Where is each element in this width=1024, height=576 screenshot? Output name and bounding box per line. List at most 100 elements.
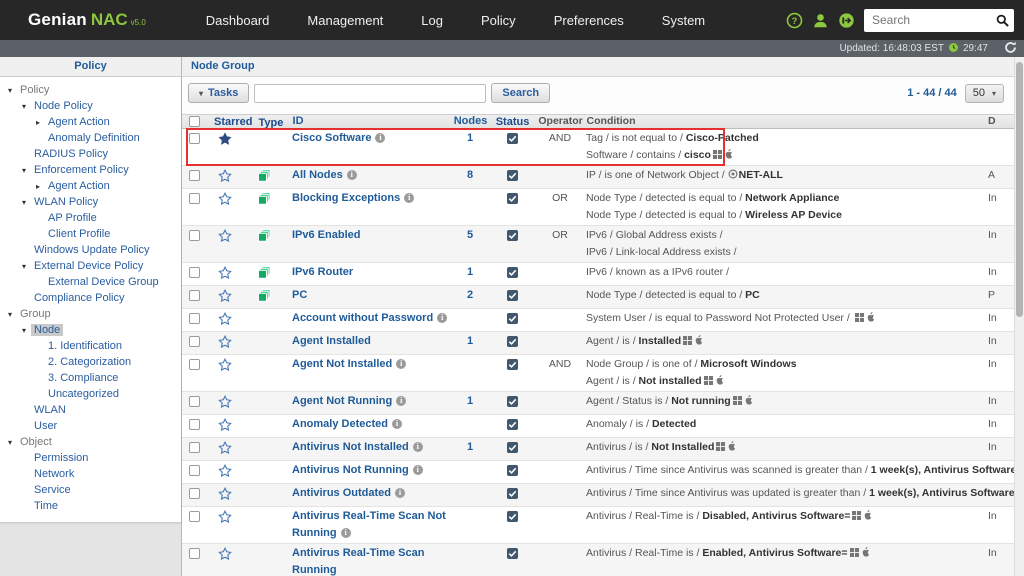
node-count[interactable]: 1 [450,439,490,459]
node-count[interactable]: 1 [450,333,490,353]
node-count[interactable]: 2 [450,287,490,307]
row-select-checkbox[interactable] [188,133,200,144]
user-icon[interactable] [812,12,829,29]
node-group-link[interactable]: IPv6 Router [292,266,353,278]
star-outline-icon[interactable] [218,191,232,206]
status-checked-checkbox[interactable] [506,442,518,453]
sidebar-item-policy[interactable]: ▾ Policy [0,82,181,98]
node-count[interactable]: 1 [450,393,490,413]
tree-collapsed-icon[interactable]: ▸ [36,118,45,127]
menu-item-dashboard[interactable]: Dashboard [206,13,270,28]
status-checked-checkbox[interactable] [506,419,518,430]
star-outline-icon[interactable] [218,334,232,349]
sidebar-item-radius-policy[interactable]: RADIUS Policy [0,146,181,162]
column-header-description[interactable]: D [988,114,1014,129]
star-outline-icon[interactable] [218,417,232,432]
status-checked-checkbox[interactable] [506,267,518,278]
row-select-checkbox[interactable] [188,488,200,499]
row-select-checkbox[interactable] [188,511,200,522]
node-count[interactable]: 5 [450,227,490,261]
sidebar-item-external-device-group[interactable]: External Device Group [0,274,181,290]
info-icon[interactable]: i [437,313,448,323]
row-select-checkbox[interactable] [188,313,200,324]
column-header-starred[interactable]: Starred [206,116,253,128]
sidebar-item-network[interactable]: Network [0,466,181,482]
star-outline-icon[interactable] [218,265,232,280]
star-outline-icon[interactable] [218,394,232,409]
menu-item-log[interactable]: Log [421,13,443,28]
sidebar-item-compliance-policy[interactable]: Compliance Policy [0,290,181,306]
status-checked-checkbox[interactable] [506,488,518,499]
node-count[interactable]: 1 [450,130,490,164]
info-icon[interactable]: i [412,442,423,452]
status-checked-checkbox[interactable] [506,336,518,347]
info-icon[interactable]: i [340,528,351,538]
info-icon[interactable]: i [396,359,407,369]
sidebar-item-anomaly-definition[interactable]: Anomaly Definition [0,130,181,146]
row-select-checkbox[interactable] [188,336,200,347]
info-icon[interactable]: i [391,419,402,429]
row-select-checkbox[interactable] [188,548,200,559]
star-outline-icon[interactable] [218,228,232,243]
star-filled-icon[interactable] [218,132,232,145]
node-group-link[interactable]: PC [292,289,307,301]
info-icon[interactable]: i [412,465,423,475]
node-group-link[interactable]: Anomaly Detected [292,418,388,430]
select-all-checkbox[interactable] [188,116,200,127]
status-checked-checkbox[interactable] [506,359,518,370]
node-group-link[interactable]: Antivirus Not Installed [292,441,409,453]
logout-icon[interactable] [838,12,855,29]
sidebar-item-node-policy[interactable]: ▾ Node Policy [0,98,181,114]
sidebar-item-3-compliance[interactable]: 3. Compliance [0,370,181,386]
row-select-checkbox[interactable] [188,442,200,453]
status-checked-checkbox[interactable] [506,313,518,324]
node-group-link[interactable]: IPv6 Enabled [292,229,360,241]
row-select-checkbox[interactable] [188,170,200,181]
sidebar-item-uncategorized[interactable]: Uncategorized [0,386,181,402]
star-outline-icon[interactable] [218,440,232,455]
status-checked-checkbox[interactable] [506,170,518,181]
row-select-checkbox[interactable] [188,267,200,278]
column-header-type[interactable]: Type [253,115,293,129]
table-search-input[interactable] [254,83,487,103]
node-group-link[interactable]: Cisco Software [292,132,371,144]
node-group-link[interactable]: Agent Not Running [292,395,392,407]
star-outline-icon[interactable] [218,168,232,183]
menu-item-preferences[interactable]: Preferences [554,13,624,28]
vertical-scrollbar[interactable] [1014,57,1024,576]
status-checked-checkbox[interactable] [506,465,518,476]
tree-collapsed-icon[interactable]: ▸ [36,182,45,191]
tree-expand-icon[interactable]: ▾ [22,262,31,271]
tree-expand-icon[interactable]: ▾ [8,86,17,95]
sidebar-item-permission[interactable]: Permission [0,450,181,466]
menu-item-policy[interactable]: Policy [481,13,516,28]
row-select-checkbox[interactable] [188,465,200,476]
status-checked-checkbox[interactable] [506,396,518,407]
tree-expand-icon[interactable]: ▾ [22,166,31,175]
sidebar-item-external-device-policy[interactable]: ▾ External Device Policy [0,258,181,274]
sidebar-item-client-profile[interactable]: Client Profile [0,226,181,242]
tree-expand-icon[interactable]: ▾ [22,326,31,335]
row-select-checkbox[interactable] [188,419,200,430]
sidebar-item-node[interactable]: ▾ Node [0,322,181,338]
row-select-checkbox[interactable] [188,290,200,301]
sidebar-item-2-categorization[interactable]: 2. Categorization [0,354,181,370]
sidebar-item-agent-action[interactable]: ▸ Agent Action [0,114,181,130]
tree-expand-icon[interactable]: ▾ [22,198,31,207]
scrollbar-thumb[interactable] [1016,62,1023,317]
column-header-status[interactable]: Status [491,116,535,128]
info-icon[interactable]: i [395,488,406,498]
node-group-link[interactable]: Antivirus Not Running [292,464,409,476]
menu-item-management[interactable]: Management [307,13,383,28]
row-select-checkbox[interactable] [188,359,200,370]
sidebar-item-time[interactable]: Time [0,498,181,514]
sidebar-item-agent-action[interactable]: ▸ Agent Action [0,178,181,194]
sidebar-item-wlan[interactable]: WLAN [0,402,181,418]
status-checked-checkbox[interactable] [506,193,518,204]
node-group-link[interactable]: Agent Not Installed [292,358,392,370]
sidebar-item-object[interactable]: ▾ Object [0,434,181,450]
sidebar-item-enforcement-policy[interactable]: ▾ Enforcement Policy [0,162,181,178]
info-icon[interactable]: i [404,193,415,203]
search-button[interactable]: Search [491,83,551,103]
node-group-link[interactable]: All Nodes [292,169,343,181]
